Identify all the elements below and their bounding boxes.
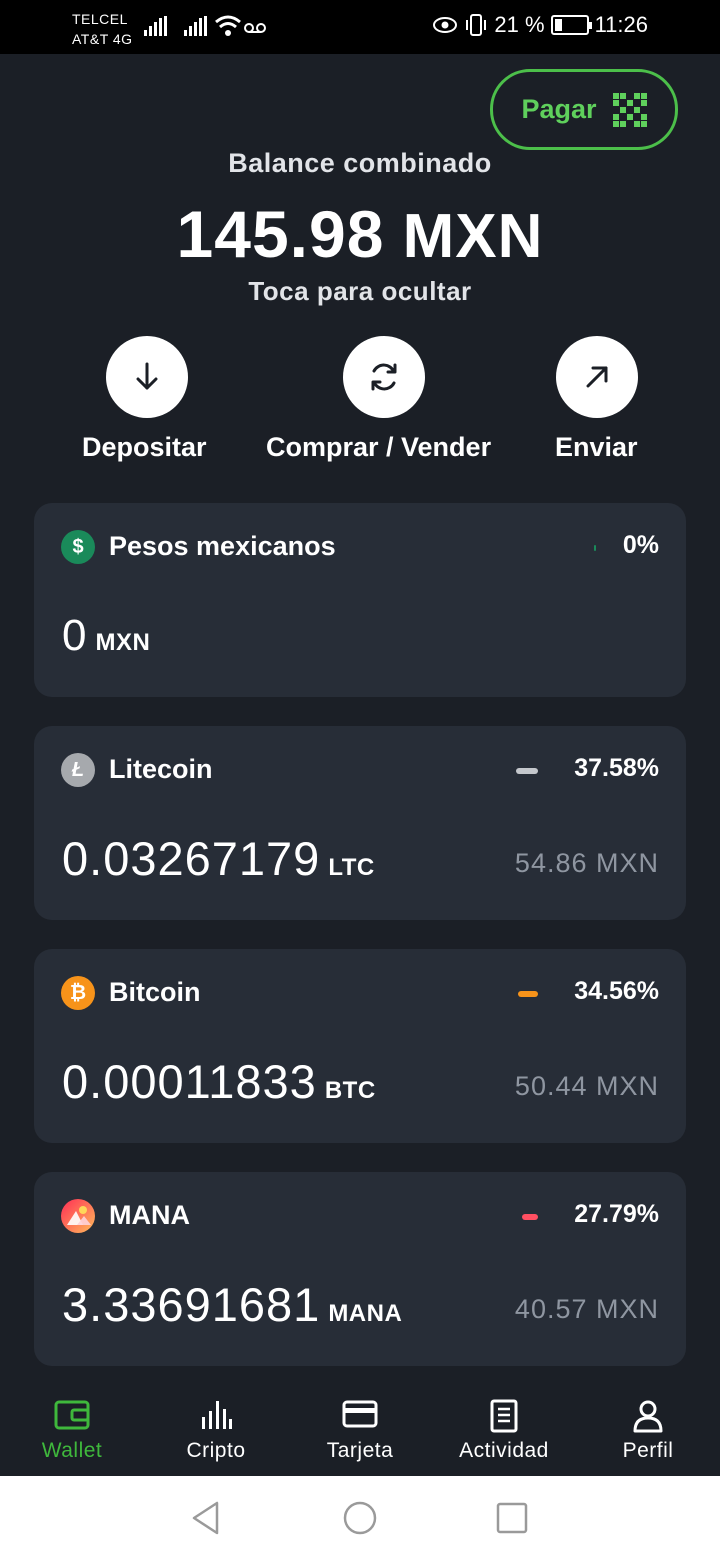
asset-amount-row: 3.33691681 MANA bbox=[62, 1277, 402, 1332]
asset-name: Bitcoin bbox=[109, 977, 201, 1007]
asset-unit: MXN bbox=[95, 629, 151, 656]
recents-icon[interactable] bbox=[496, 1500, 528, 1536]
asset-amount: 0.00011833 bbox=[62, 1055, 317, 1108]
qr-code-icon bbox=[612, 92, 647, 127]
mana-icon bbox=[61, 1199, 95, 1233]
wallet-icon bbox=[54, 1400, 90, 1430]
hide-balance-hint[interactable]: Toca para ocultar bbox=[0, 276, 720, 307]
voicemail-icon bbox=[244, 23, 266, 33]
send-button[interactable] bbox=[556, 336, 638, 418]
balance-amount[interactable]: 145.98 MXN bbox=[0, 196, 720, 272]
wifi-icon bbox=[215, 15, 241, 36]
asset-percent: 27.79% bbox=[574, 1200, 659, 1228]
asset-fiat-value: 54.86 MXN bbox=[514, 848, 659, 878]
asset-amount-row: 0.03267179 LTC bbox=[62, 831, 375, 886]
asset-card-litecoin[interactable]: Ł Litecoin 37.58% 0.03267179 LTC 54.86 MX… bbox=[34, 726, 686, 920]
deposit-button[interactable] bbox=[106, 336, 188, 418]
nav-label: Cripto bbox=[186, 1439, 246, 1462]
buy-sell-label[interactable]: Comprar / Vender bbox=[266, 432, 491, 463]
refresh-icon bbox=[371, 363, 397, 391]
carrier-network: AT&T 4G bbox=[72, 31, 133, 47]
asset-name: Pesos mexicanos bbox=[109, 531, 336, 561]
allocation-bar bbox=[522, 1214, 538, 1220]
asset-amount-row: 0.00011833 BTC bbox=[62, 1054, 376, 1109]
nav-wallet[interactable]: Wallet bbox=[0, 1383, 144, 1476]
buy-sell-button[interactable] bbox=[343, 336, 425, 418]
nav-tarjeta[interactable]: Tarjeta bbox=[288, 1383, 432, 1476]
pay-button-label: Pagar bbox=[521, 94, 597, 124]
asset-percent: 37.58% bbox=[574, 754, 659, 782]
carrier-info: TELCEL AT&T 4G bbox=[72, 9, 133, 49]
asset-unit: MANA bbox=[328, 1300, 403, 1327]
dollar-icon: $ bbox=[61, 530, 95, 564]
bitcoin-icon: ₿ bbox=[61, 976, 95, 1010]
nav-perfil[interactable]: Perfil bbox=[576, 1383, 720, 1476]
asset-card-bitcoin[interactable]: ₿ Bitcoin 34.56% 0.00011833 BTC 50.44 MXN bbox=[34, 949, 686, 1143]
asset-amount: 3.33691681 bbox=[62, 1278, 321, 1331]
document-icon bbox=[490, 1399, 518, 1433]
system-navigation-bar bbox=[0, 1476, 720, 1560]
nav-label: Actividad bbox=[459, 1439, 549, 1462]
carrier-name: TELCEL bbox=[72, 11, 128, 27]
nav-actividad[interactable]: Actividad bbox=[432, 1383, 576, 1476]
balance-label: Balance combinado bbox=[228, 148, 492, 178]
nav-label: Tarjeta bbox=[326, 1439, 394, 1462]
balance-number: 145.98 bbox=[176, 197, 385, 271]
chart-bars-icon bbox=[202, 1401, 232, 1429]
vibrate-icon bbox=[466, 14, 487, 36]
asset-amount: 0 bbox=[62, 611, 88, 660]
deposit-label[interactable]: Depositar bbox=[82, 432, 207, 463]
asset-card-mxn[interactable]: $ Pesos mexicanos 0% 0 MXN bbox=[34, 503, 686, 697]
allocation-bar bbox=[516, 768, 538, 774]
asset-name: Litecoin bbox=[109, 754, 213, 784]
nav-label: Perfil bbox=[622, 1439, 674, 1462]
eye-icon bbox=[433, 17, 458, 33]
status-right: 21 % 11:26 bbox=[432, 12, 648, 38]
person-icon bbox=[633, 1400, 663, 1433]
battery-percent: 21 % bbox=[494, 12, 545, 37]
allocation-bar bbox=[594, 545, 596, 551]
pay-button[interactable]: Pagar bbox=[490, 69, 678, 150]
card-icon bbox=[342, 1400, 378, 1428]
arrow-down-icon bbox=[136, 362, 158, 390]
bottom-navigation: Wallet Cripto Tarjeta Actividad Perfil bbox=[0, 1383, 720, 1476]
litecoin-icon: Ł bbox=[61, 753, 95, 787]
asset-amount: 0.03267179 bbox=[62, 832, 321, 885]
balance-currency: MXN bbox=[402, 202, 544, 271]
battery-icon bbox=[550, 15, 592, 35]
allocation-bar bbox=[518, 991, 538, 997]
signal-icon-2 bbox=[184, 16, 207, 36]
nav-cripto[interactable]: Cripto bbox=[144, 1383, 288, 1476]
asset-percent: 34.56% bbox=[574, 977, 659, 1005]
asset-name: MANA bbox=[109, 1200, 190, 1230]
asset-amount-row: 0 MXN bbox=[62, 611, 150, 661]
back-icon[interactable] bbox=[190, 1500, 222, 1536]
home-icon[interactable] bbox=[342, 1500, 378, 1536]
clock: 11:26 bbox=[594, 12, 648, 37]
send-label[interactable]: Enviar bbox=[555, 432, 638, 463]
nav-label: Wallet bbox=[41, 1439, 103, 1462]
asset-unit: LTC bbox=[328, 854, 375, 881]
arrow-up-right-icon bbox=[586, 366, 608, 388]
status-bar: TELCEL AT&T 4G 21 % 11:26 bbox=[0, 0, 720, 54]
asset-percent: 0% bbox=[622, 531, 659, 559]
signal-icon bbox=[144, 16, 167, 36]
asset-unit: BTC bbox=[324, 1077, 376, 1104]
asset-fiat-value: 50.44 MXN bbox=[514, 1071, 659, 1101]
asset-card-mana[interactable]: MANA 27.79% 3.33691681 MANA 40.57 MXN bbox=[34, 1172, 686, 1366]
asset-fiat-value: 40.57 MXN bbox=[514, 1294, 659, 1324]
